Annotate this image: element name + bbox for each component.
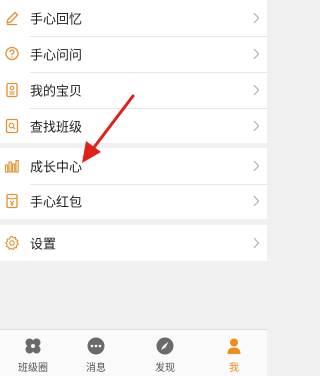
red-envelope-icon (4, 193, 20, 209)
person-icon (224, 336, 244, 356)
tab-class-circle[interactable]: 班级圈 (0, 330, 66, 376)
menu-item-label: 查找班级 (30, 120, 83, 136)
chat-bubble-icon (86, 336, 106, 356)
bar-chart-icon (4, 158, 20, 174)
chevron-right-icon (251, 120, 261, 132)
bottom-tab-bar: 班级圈 消息 发现 我 (0, 329, 267, 376)
chevron-right-icon (251, 160, 261, 172)
menu-section-3: 设置 (0, 225, 267, 261)
chevron-right-icon (251, 84, 261, 96)
menu-item-growth-center[interactable]: 成长中心 (0, 148, 267, 184)
menu-item-label: 我的宝贝 (30, 84, 83, 100)
menu-item-my-baby[interactable]: 我的宝贝 (0, 72, 267, 108)
chevron-right-icon (251, 48, 261, 60)
pencil-icon (4, 10, 20, 26)
tab-messages[interactable]: 消息 (63, 330, 129, 376)
tab-discover[interactable]: 发现 (132, 330, 198, 376)
tab-label: 班级圈 (18, 363, 48, 374)
tab-me[interactable]: 我 (201, 330, 267, 376)
menu-item-label: 设置 (30, 237, 57, 253)
gear-icon (4, 235, 20, 251)
tab-label: 我 (229, 363, 239, 374)
tab-label: 发现 (155, 363, 175, 374)
rocket-icon (155, 336, 175, 356)
menu-item-label: 手心回忆 (30, 12, 83, 28)
profile-page: 手心回忆 手心问问 我的宝贝 查找班级 成长中心 手心红包 设置 班级圈 消息 … (0, 0, 267, 376)
question-icon (4, 46, 20, 62)
menu-item-label: 手心红包 (30, 195, 83, 211)
menu-item-label: 成长中心 (30, 160, 83, 176)
chevron-right-icon (251, 195, 261, 207)
chevron-right-icon (251, 12, 261, 24)
menu-item-label: 手心问问 (30, 48, 83, 64)
profile-card-icon (4, 82, 20, 98)
menu-section-1: 手心回忆 手心问问 我的宝贝 查找班级 (0, 0, 267, 143)
menu-item-red-envelope[interactable]: 手心红包 (0, 183, 267, 219)
menu-item-settings[interactable]: 设置 (0, 225, 267, 261)
menu-item-memories[interactable]: 手心回忆 (0, 0, 267, 36)
search-class-icon (4, 118, 20, 134)
menu-section-2: 成长中心 手心红包 (0, 148, 267, 219)
chevron-right-icon (251, 237, 261, 249)
clover-icon (23, 336, 43, 356)
tab-label: 消息 (86, 363, 106, 374)
menu-item-questions[interactable]: 手心问问 (0, 36, 267, 72)
menu-item-find-class[interactable]: 查找班级 (0, 108, 267, 144)
